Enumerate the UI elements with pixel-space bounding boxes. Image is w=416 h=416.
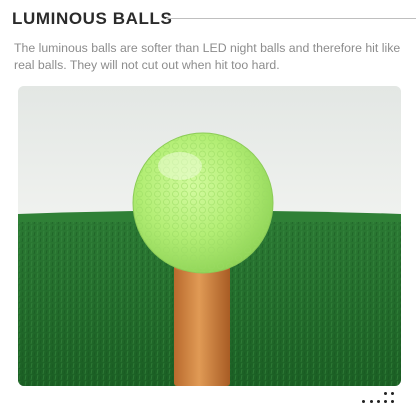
dot-grid-icon <box>360 392 400 408</box>
heading-divider <box>166 18 416 19</box>
section-heading: LUMINOUS BALLS <box>12 7 172 31</box>
golf-ball-on-tee-image <box>18 86 401 386</box>
product-photo <box>18 86 401 386</box>
section-title: LUMINOUS BALLS <box>12 9 173 28</box>
section-description: The luminous balls are softer than LED n… <box>14 41 401 72</box>
